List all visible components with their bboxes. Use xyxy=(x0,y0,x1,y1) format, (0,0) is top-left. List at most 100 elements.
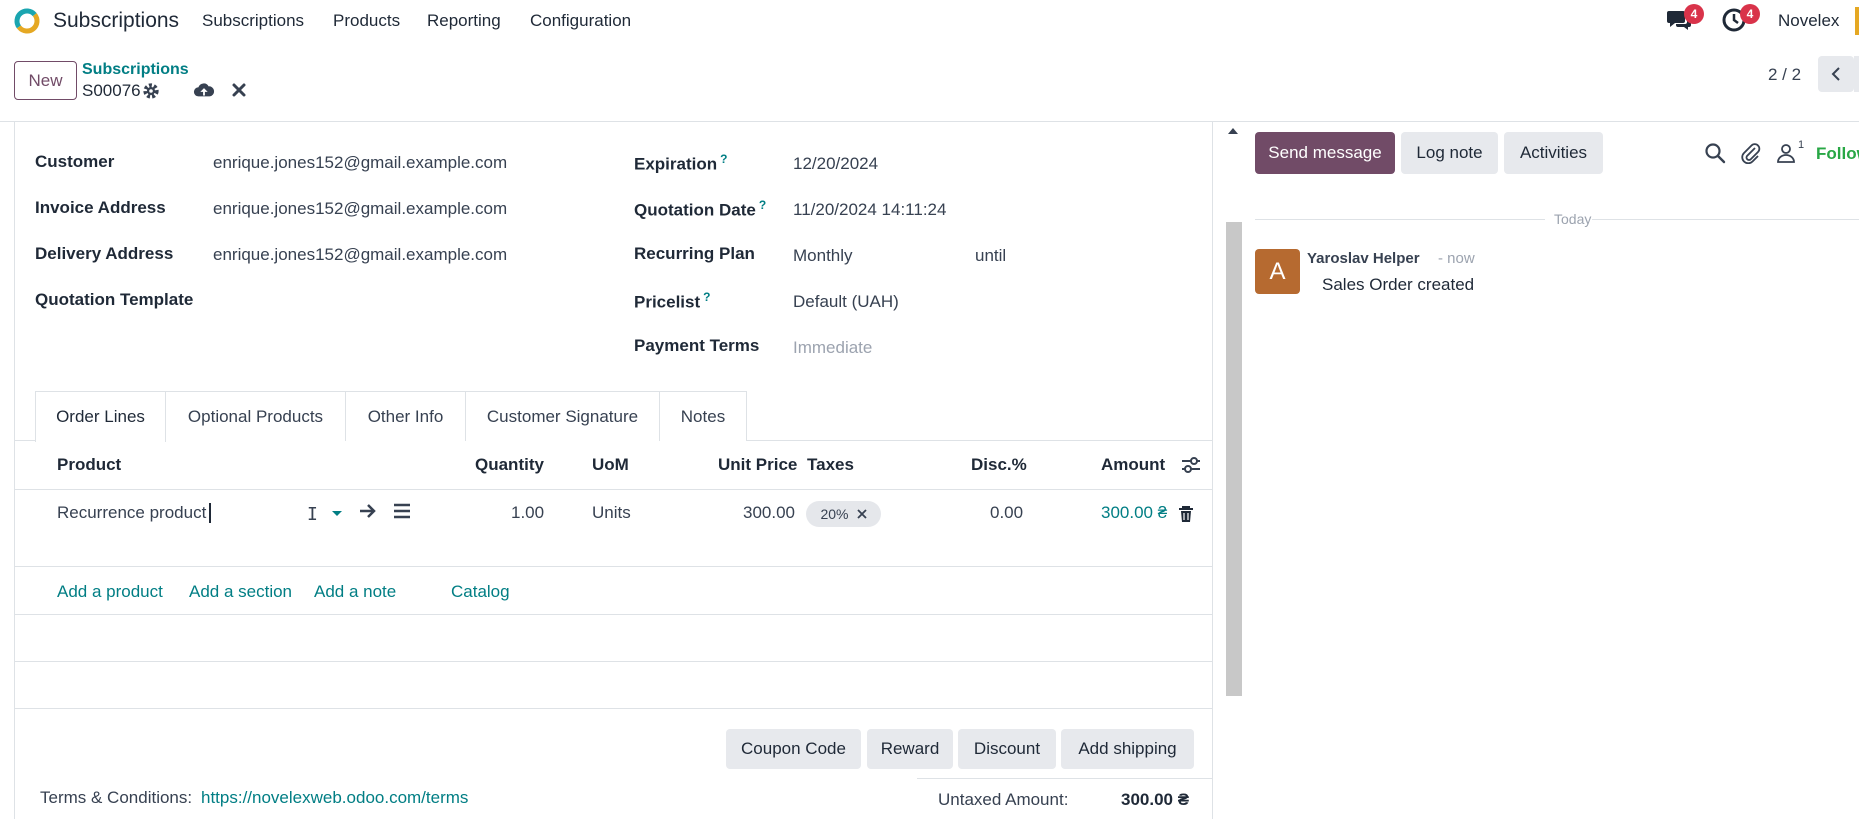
ibeam-cursor-icon: I xyxy=(307,504,318,525)
caret-down-icon[interactable] xyxy=(331,510,343,518)
menu-subscriptions[interactable]: Subscriptions xyxy=(202,11,304,31)
invoice-address-field[interactable]: enrique.jones152@gmail.example.com xyxy=(213,199,507,219)
product-input[interactable]: Recurrence product xyxy=(57,503,206,523)
invoice-address-label: Invoice Address xyxy=(35,198,166,217)
row-divider xyxy=(14,661,1213,662)
gear-icon[interactable] xyxy=(142,82,160,100)
activities-button[interactable]: 4 xyxy=(1722,4,1760,34)
scrollbar-thumb[interactable] xyxy=(1226,222,1242,696)
avatar[interactable]: A xyxy=(1255,249,1300,294)
menu-products[interactable]: Products xyxy=(333,11,400,31)
messages-badge: 4 xyxy=(1684,4,1704,24)
quantity-field[interactable]: 1.00 xyxy=(511,503,544,523)
add-shipping-button[interactable]: Add shipping xyxy=(1061,729,1194,769)
help-icon[interactable]: ? xyxy=(720,152,727,166)
tax-tag-label: 20% xyxy=(820,506,849,522)
column-discount[interactable]: Disc.% xyxy=(971,455,1027,475)
list-icon[interactable] xyxy=(393,503,411,519)
search-icon[interactable] xyxy=(1704,142,1726,164)
reward-button[interactable]: Reward xyxy=(867,729,953,769)
column-product[interactable]: Product xyxy=(57,455,121,475)
record-name: S00076 xyxy=(82,81,141,100)
message-author[interactable]: Yaroslav Helper xyxy=(1307,250,1420,267)
customer-field[interactable]: enrique.jones152@gmail.example.com xyxy=(213,153,507,173)
new-button[interactable]: New xyxy=(14,61,77,100)
send-message-button[interactable]: Send message xyxy=(1255,132,1395,174)
payment-terms-label: Payment Terms xyxy=(634,336,760,355)
column-unit-price[interactable]: Unit Price xyxy=(718,455,797,475)
app-logo-icon[interactable] xyxy=(12,6,42,36)
quotation-date-label: Quotation Date? xyxy=(634,198,767,220)
tab-notes[interactable]: Notes xyxy=(659,391,747,441)
log-note-button[interactable]: Log note xyxy=(1401,132,1498,174)
trash-icon[interactable] xyxy=(1178,505,1194,523)
terms-link[interactable]: https://novelexweb.odoo.com/terms xyxy=(201,788,468,808)
delivery-address-label: Delivery Address xyxy=(35,244,174,263)
company-switcher[interactable]: Novelex xyxy=(1778,11,1839,31)
discount-field[interactable]: 0.00 xyxy=(990,503,1023,523)
top-navbar: Subscriptions Subscriptions Products Rep… xyxy=(0,0,1859,42)
quotation-template-label: Quotation Template xyxy=(35,290,194,309)
pager-next-button[interactable] xyxy=(1854,56,1859,92)
delivery-address-field[interactable]: enrique.jones152@gmail.example.com xyxy=(213,245,507,265)
scroll-up-arrow[interactable] xyxy=(1228,128,1238,134)
recurring-plan-field[interactable]: Monthly xyxy=(793,246,853,266)
messages-button[interactable]: 4 xyxy=(1666,4,1704,34)
column-amount[interactable]: Amount xyxy=(1101,455,1165,475)
column-uom[interactable]: UoM xyxy=(592,455,629,475)
recurring-plan-label: Recurring Plan xyxy=(634,244,755,263)
quotation-template-field[interactable] xyxy=(213,291,573,313)
paperclip-icon[interactable] xyxy=(1740,142,1762,164)
column-taxes[interactable]: Taxes xyxy=(807,455,854,475)
terms-label: Terms & Conditions: xyxy=(40,788,193,807)
optional-columns-icon[interactable] xyxy=(1180,455,1202,475)
help-icon[interactable]: ? xyxy=(703,290,710,304)
activities-badge: 4 xyxy=(1740,4,1760,24)
chevron-left-icon xyxy=(1831,67,1840,81)
arrow-right-icon[interactable] xyxy=(359,503,377,519)
row-divider xyxy=(14,566,1213,567)
until-label: until xyxy=(975,246,1007,265)
app-name[interactable]: Subscriptions xyxy=(53,9,179,33)
unit-price-field[interactable]: 300.00 xyxy=(743,503,795,523)
date-divider-left xyxy=(1255,219,1545,220)
add-note-link[interactable]: Add a note xyxy=(314,582,396,602)
amount-field: 300.00 ₴ xyxy=(1101,503,1168,522)
activities-button[interactable]: Activities xyxy=(1504,132,1603,174)
payment-terms-field[interactable]: Immediate xyxy=(793,338,872,358)
add-section-link[interactable]: Add a section xyxy=(189,582,292,602)
tab-customer-signature[interactable]: Customer Signature xyxy=(465,391,660,441)
tab-order-lines[interactable]: Order Lines xyxy=(35,391,166,442)
user-avatar[interactable] xyxy=(1855,7,1859,35)
column-quantity[interactable]: Quantity xyxy=(475,455,544,475)
table-header-divider xyxy=(14,489,1213,490)
menu-reporting[interactable]: Reporting xyxy=(427,11,501,31)
discount-button[interactable]: Discount xyxy=(958,729,1056,769)
catalog-link[interactable]: Catalog xyxy=(451,582,510,602)
pricelist-field[interactable]: Default (UAH) xyxy=(793,292,899,312)
uom-field[interactable]: Units xyxy=(592,503,631,523)
quotation-date-field[interactable]: 11/20/2024 14:11:24 xyxy=(793,200,946,220)
pager-previous-button[interactable] xyxy=(1818,56,1854,92)
coupon-code-button[interactable]: Coupon Code xyxy=(726,729,861,769)
expiration-label: Expiration? xyxy=(634,152,728,174)
cloud-upload-icon[interactable] xyxy=(193,80,215,100)
pager-value[interactable]: 2 / 2 xyxy=(1768,65,1801,85)
follow-button[interactable]: Follow xyxy=(1816,144,1859,164)
date-separator: Today xyxy=(1554,211,1592,227)
help-icon[interactable]: ? xyxy=(759,198,766,212)
close-icon[interactable] xyxy=(230,81,248,99)
remove-tag-icon[interactable] xyxy=(856,509,867,519)
tab-other-info[interactable]: Other Info xyxy=(345,391,466,441)
add-product-link[interactable]: Add a product xyxy=(57,582,163,602)
tax-tag[interactable]: 20% xyxy=(806,501,881,527)
customer-label: Customer xyxy=(35,152,115,171)
row-divider xyxy=(14,614,1213,615)
expiration-field[interactable]: 12/20/2024 xyxy=(793,154,878,174)
tab-optional-products[interactable]: Optional Products xyxy=(165,391,346,441)
menu-configuration[interactable]: Configuration xyxy=(530,11,631,31)
breadcrumb-subscriptions[interactable]: Subscriptions xyxy=(82,61,189,79)
message-body: Sales Order created xyxy=(1322,275,1475,294)
text-cursor xyxy=(209,503,211,523)
user-followers-icon[interactable] xyxy=(1775,142,1797,164)
